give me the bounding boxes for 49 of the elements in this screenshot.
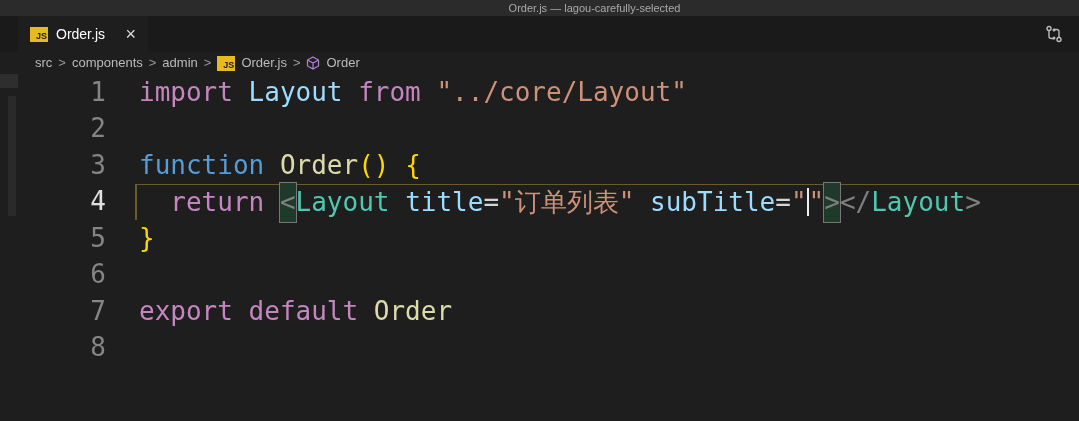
matched-bracket: < <box>279 182 296 222</box>
line-number: 6 <box>89 258 106 292</box>
line-number: 1 <box>89 75 106 109</box>
code-token: Layout <box>295 185 391 219</box>
separator-chevron: > <box>292 54 301 73</box>
code-token: function <box>139 149 266 183</box>
breadcrumb-item[interactable]: src <box>35 53 53 73</box>
separator-chevron: > <box>58 54 66 73</box>
code-token: } <box>139 222 155 256</box>
breadcrumb-item[interactable]: admin <box>162 53 198 73</box>
code-token: Order <box>279 149 359 183</box>
code-token: return <box>169 185 266 219</box>
breadcrumb-item[interactable]: Order <box>326 53 360 73</box>
code-token: </ <box>839 185 872 219</box>
compare-changes-icon[interactable] <box>1045 25 1063 43</box>
code-token: "订单列表" <box>499 185 636 219</box>
line-number: 4 <box>89 185 106 219</box>
window-title: Order.js — lagou-carefully-selected <box>508 2 681 14</box>
separator-chevron: > <box>148 54 157 73</box>
code-token: " <box>790 185 807 219</box>
line-number: 2 <box>89 112 106 146</box>
breadcrumb-item[interactable]: Order.js <box>241 53 287 73</box>
javascript-file-icon: JS <box>217 55 236 71</box>
code-token: Order <box>373 295 453 329</box>
code-token: " <box>808 185 825 219</box>
code-token: subTitle <box>650 185 776 219</box>
separator-chevron: > <box>203 54 212 73</box>
breadcrumb-item[interactable]: components <box>71 53 143 73</box>
code-token: = <box>483 185 500 219</box>
line-number: 8 <box>89 331 106 365</box>
close-button[interactable]: × <box>125 25 136 43</box>
matched-bracket: > <box>824 182 840 222</box>
code-token: default <box>248 295 360 329</box>
code-token: () { <box>358 149 421 183</box>
code-token: Layout <box>248 76 344 110</box>
code-token: "../core/Layout" <box>436 76 687 110</box>
code-token: import <box>139 76 234 110</box>
code-token: from <box>358 76 422 110</box>
javascript-file-icon: JS <box>30 26 48 42</box>
line-number: 3 <box>89 148 106 182</box>
code-token: Layout <box>871 185 966 219</box>
editor-tab[interactable]: JS Order.js × <box>18 16 148 52</box>
line-number: 7 <box>89 294 106 328</box>
code-token: title <box>405 185 484 219</box>
line-number: 5 <box>89 221 106 255</box>
code-token: > <box>965 185 981 219</box>
code-token: = <box>775 185 791 219</box>
cube-icon <box>306 56 321 70</box>
code-token: export <box>139 295 234 329</box>
